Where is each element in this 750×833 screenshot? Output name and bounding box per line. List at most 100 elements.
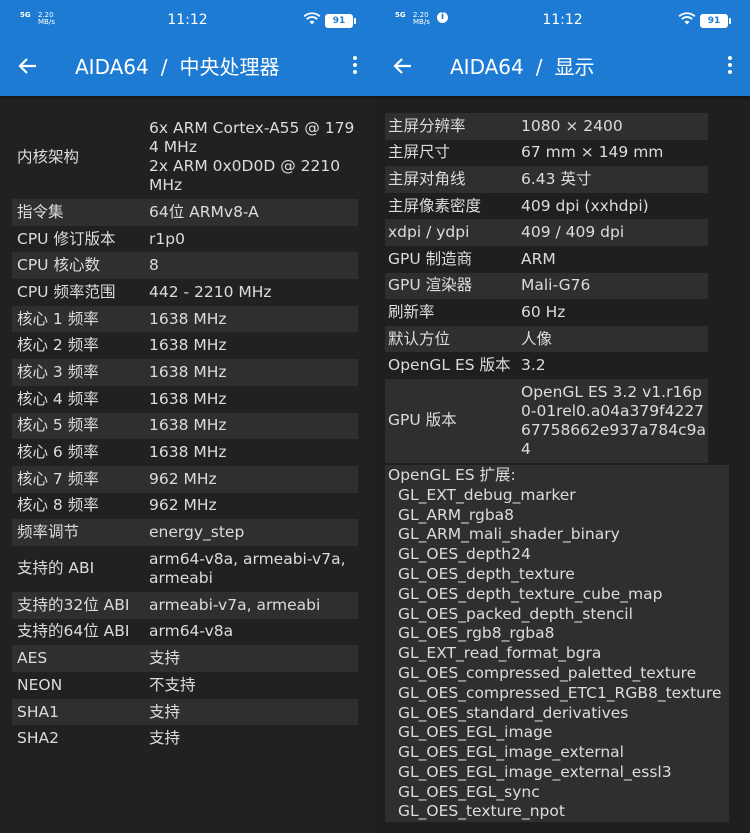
list-item: GL_OES_texture_npot: [398, 802, 565, 821]
list-row: 核心 1 频率 1638 MHz: [12, 305, 358, 333]
row-label: 主屏像素密度: [388, 196, 482, 215]
row-value: 60 Hz: [521, 302, 566, 321]
row-label: OpenGL ES 版本: [388, 356, 511, 375]
list-row: 主屏分辨率 1080 × 2400: [385, 113, 708, 140]
more-vert-icon[interactable]: [724, 54, 736, 80]
row-value: 64位 ARMv8-A: [149, 202, 259, 221]
list-item: GL_OES_packed_depth_stencil: [398, 604, 633, 623]
status-bar: 5G 2.20 MB/s i 11:12 91: [375, 0, 750, 38]
list-item: GL_EXT_read_format_bgra: [398, 644, 602, 663]
list-item: GL_OES_depth_texture: [398, 564, 575, 583]
list-item: GL_OES_depth24: [398, 545, 531, 564]
list-row: 默认方位 人像: [385, 325, 708, 353]
row-label: 核心 5 频率: [17, 416, 99, 435]
row-value: 支持: [149, 729, 181, 748]
list-row: 指令集 64位 ARMv8-A: [12, 199, 358, 226]
section-name: 中央处理器: [179, 55, 280, 79]
row-value: 8: [149, 256, 159, 275]
row-label: 核心 7 频率: [17, 469, 99, 488]
row-label: 指令集: [17, 202, 64, 221]
list-item: GL_OES_compressed_paletted_texture: [398, 663, 697, 682]
list-row: SHA1 支持: [12, 698, 358, 726]
row-label: 主屏对角线: [388, 169, 466, 188]
list-item: GL_ARM_rgba8: [398, 505, 515, 524]
row-label: 核心 8 频率: [17, 496, 99, 515]
row-value: ARM: [521, 249, 556, 268]
battery-icon: 91: [700, 14, 731, 28]
back-arrow-icon[interactable]: [391, 54, 415, 78]
list-row: GPU 渲染器 Mali-G76: [385, 272, 708, 300]
extensions-list: GL_EXT_debug_marker GL_ARM_rgba8 GL_ARM_…: [388, 486, 723, 823]
row-label: 核心 6 频率: [17, 443, 99, 462]
row-value: arm64-v8a, armeabi-v7a, armeabi: [149, 549, 346, 587]
list-row: 支持的64位 ABI arm64-v8a: [12, 619, 358, 646]
row-label: 核心 3 频率: [17, 362, 99, 381]
list-item: GL_OES_EGL_image_external: [398, 743, 624, 762]
display-info-list: 主屏分辨率 1080 × 2400 主屏尺寸 67 mm × 149 mm 主屏对角…: [375, 96, 750, 833]
list-row: xdpi / ydpi 409 / 409 dpi: [385, 219, 708, 246]
row-value: Mali-G76: [521, 276, 591, 295]
page-title: AIDA64 / 中央处理器: [75, 53, 280, 81]
row-label: SHA1: [17, 702, 59, 721]
wifi-icon: [678, 12, 696, 25]
list-item: GL_OES_EGL_sync: [398, 782, 540, 801]
list-row: 核心 4 频率 1638 MHz: [12, 386, 358, 413]
list-row: 内核架构 6x ARM Cortex-A55 @ 1794 MHz 2x ARM…: [12, 115, 358, 199]
row-label: 核心 1 频率: [17, 309, 99, 328]
row-value: r1p0: [149, 229, 185, 248]
row-value: 1638 MHz: [149, 443, 227, 462]
row-value: 1080 × 2400: [521, 116, 623, 135]
page-title: AIDA64 / 显示: [450, 53, 595, 81]
list-row: CPU 核心数 8: [12, 252, 358, 280]
row-value: 962 MHz: [149, 469, 217, 488]
row-value: 1638 MHz: [149, 362, 227, 381]
row-value: 1638 MHz: [149, 389, 227, 408]
row-label: 内核架构: [17, 147, 80, 166]
list-item: GL_OES_EGL_image_external_essl3: [398, 762, 672, 781]
row-label: 核心 2 频率: [17, 336, 99, 355]
list-row: 主屏像素密度 409 dpi (xxhdpi): [385, 193, 708, 220]
row-label: 频率调节: [17, 523, 80, 542]
row-value: 不支持: [149, 675, 196, 694]
row-value: energy_step: [149, 523, 245, 542]
row-value: 67 mm × 149 mm: [521, 143, 664, 162]
more-vert-icon[interactable]: [349, 54, 361, 80]
row-value: 支持: [149, 702, 181, 721]
list-row: CPU 修订版本 r1p0: [12, 226, 358, 253]
row-value: 1638 MHz: [149, 416, 227, 435]
row-label: 主屏尺寸: [388, 143, 451, 162]
app-bar: AIDA64 / 中央处理器: [0, 38, 375, 96]
list-row: 主屏尺寸 67 mm × 149 mm: [385, 140, 708, 167]
screens: 5G 2.20 MB/s 11:12 91 AIDA64 / 中央处理器 内核架构 6…: [0, 0, 750, 833]
list-row: SHA2 支持: [12, 725, 358, 752]
list-row: 核心 2 频率 1638 MHz: [12, 332, 358, 359]
row-label: 核心 4 频率: [17, 389, 99, 408]
row-value: 409 dpi (xxhdpi): [521, 196, 649, 215]
battery-icon: 91: [325, 14, 356, 28]
list-item: GL_OES_depth_texture_cube_map: [398, 584, 663, 603]
list-row: GPU 制造商 ARM: [385, 246, 708, 273]
list-row: 核心 8 频率 962 MHz: [12, 493, 358, 520]
row-label: SHA2: [17, 729, 59, 748]
row-value: 962 MHz: [149, 496, 217, 515]
list-row: OpenGL ES 版本 3.2: [385, 352, 708, 379]
row-value: arm64-v8a: [149, 622, 234, 641]
back-arrow-icon[interactable]: [16, 54, 40, 78]
row-value: 1638 MHz: [149, 309, 227, 328]
row-label: 支持的 ABI: [17, 559, 95, 578]
row-value: 1638 MHz: [149, 336, 227, 355]
list-row: 核心 7 频率 962 MHz: [12, 465, 358, 493]
row-label: 支持的32位 ABI: [17, 595, 130, 614]
display-screen: 5G 2.20 MB/s i 11:12 91 AIDA64 / 显示 主屏分辨率 10…: [375, 0, 750, 833]
row-label: 刷新率: [388, 302, 435, 321]
row-value: 6x ARM Cortex-A55 @ 1794 MHz 2x ARM 0x0D…: [149, 119, 355, 194]
app-bar: AIDA64 / 显示: [375, 38, 750, 96]
row-label: xdpi / ydpi: [388, 223, 470, 242]
list-row: 主屏对角线 6.43 英寸: [385, 166, 708, 193]
row-label: GPU 制造商: [388, 249, 473, 268]
row-value: 支持: [149, 649, 181, 668]
row-label: CPU 频率范围: [17, 282, 116, 301]
list-row: CPU 频率范围 442 - 2210 MHz: [12, 279, 358, 306]
list-row: 核心 6 频率 1638 MHz: [12, 439, 358, 466]
row-label: 主屏分辨率: [388, 116, 466, 135]
